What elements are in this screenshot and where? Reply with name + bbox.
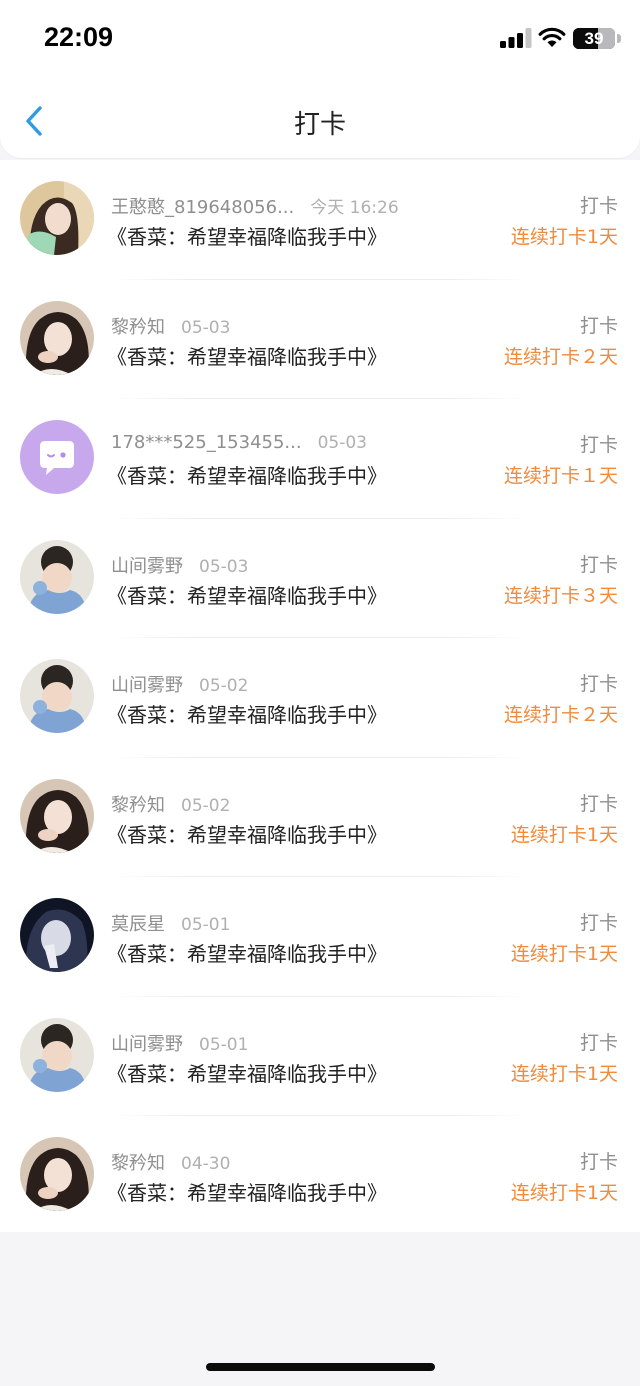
- user-name-text: 王憨憨_819648056...: [111, 197, 295, 218]
- user-name[interactable]: 黎矜知 05-03: [111, 313, 230, 339]
- page-title: 打卡: [293, 110, 346, 140]
- user-name-text: 黎矜知: [111, 316, 165, 338]
- checkin-date: 05-03: [199, 556, 249, 577]
- list-item[interactable]: 178***525_153455... 05-03 《香菜：希望幸福降临我手中》 打卡…: [0, 399, 640, 519]
- streak-badge: 连续打卡1天: [510, 1062, 618, 1085]
- checkin-list: 王憨憨_819648056... 今天 16:26 《香菜：希望幸福降临我手中》 打卡…: [0, 160, 640, 1232]
- book-title: 《香菜：希望幸福降临我手中》: [107, 1061, 387, 1086]
- user-name[interactable]: 山间雾野 05-01: [111, 1030, 248, 1056]
- checkin-label: 打卡: [579, 673, 618, 695]
- book-title: 《香菜：希望幸福降临我手中》: [107, 1181, 387, 1205]
- status-time: 22:09: [44, 22, 114, 52]
- book-title: 《香菜：希望幸福降临我手中》: [107, 822, 387, 847]
- avatar[interactable]: [20, 300, 94, 375]
- home-indicator[interactable]: [206, 1363, 435, 1371]
- streak-badge: 连续打卡２天: [503, 704, 618, 726]
- avatar[interactable]: [20, 898, 94, 972]
- list-item[interactable]: 山间雾野 05-01 《香菜：希望幸福降临我手中》 打卡连续打卡1天: [0, 997, 640, 1116]
- streak-badge: 连续打卡1天: [510, 226, 618, 248]
- avatar[interactable]: [20, 1137, 94, 1211]
- battery-cap: [617, 34, 621, 43]
- book-title: 《香菜：希望幸福降临我手中》: [107, 344, 387, 369]
- user-name-text: 黎矜知: [111, 794, 165, 816]
- streak-badge: 连续打卡1天: [510, 823, 618, 846]
- user-name[interactable]: 山间雾野 05-03: [111, 552, 248, 578]
- avatar[interactable]: [20, 778, 94, 853]
- user-name[interactable]: 黎矜知 04-30: [111, 1149, 230, 1175]
- user-name[interactable]: 178***525_153455... 05-03: [111, 432, 367, 453]
- status-bar: 22:09 39: [0, 0, 640, 82]
- streak-badge: 连续打卡1天: [510, 943, 618, 965]
- checkin-date: 05-02: [199, 676, 249, 696]
- streak-badge: 连续打卡２天: [503, 345, 618, 368]
- streak-badge: 连续打卡1天: [510, 1182, 618, 1204]
- list-item[interactable]: 山间雾野 05-02 《香菜：希望幸福降临我手中》 打卡连续打卡２天: [0, 638, 640, 758]
- battery-icon: 39: [573, 28, 615, 49]
- book-title: 《香菜：希望幸福降临我手中》: [107, 464, 387, 488]
- list-item[interactable]: 黎矜知 04-30 《香菜：希望幸福降临我手中》 打卡连续打卡1天: [0, 1116, 640, 1236]
- user-name[interactable]: 山间雾野 05-02: [111, 671, 248, 697]
- list-item[interactable]: 黎矜知 05-03 《香菜：希望幸福降临我手中》 打卡连续打卡２天: [0, 280, 640, 399]
- checkin-label: 打卡: [579, 434, 618, 456]
- nav-bar: 打卡: [0, 82, 640, 158]
- avatar[interactable]: [20, 539, 94, 614]
- checkin-label: 打卡: [579, 912, 618, 934]
- avatar[interactable]: [20, 420, 94, 494]
- checkin-date: 05-03: [181, 317, 231, 338]
- checkin-date: 05-01: [181, 915, 231, 935]
- user-name[interactable]: 莫辰星 05-01: [111, 910, 230, 936]
- streak-badge: 连续打卡３天: [503, 584, 618, 607]
- user-name-text: 黎矜知: [111, 1153, 165, 1174]
- user-name-text: 山间雾野: [111, 675, 183, 696]
- checkin-date: 04-30: [181, 1154, 231, 1174]
- user-name[interactable]: 黎矜知 05-02: [111, 791, 230, 817]
- list-item[interactable]: 山间雾野 05-03 《香菜：希望幸福降临我手中》 打卡连续打卡３天: [0, 519, 640, 638]
- list-item[interactable]: 王憨憨_819648056... 今天 16:26 《香菜：希望幸福降临我手中》 打卡…: [0, 160, 640, 280]
- book-title: 《香菜：希望幸福降临我手中》: [107, 583, 387, 608]
- checkin-label: 打卡: [579, 1151, 618, 1173]
- checkin-label: 打卡: [579, 553, 618, 576]
- checkin-label: 打卡: [579, 1031, 618, 1054]
- book-title: 《香菜：希望幸福降临我手中》: [107, 703, 387, 727]
- checkin-label: 打卡: [579, 792, 618, 815]
- user-name-text: 178***525_153455...: [111, 432, 302, 453]
- user-name[interactable]: 王憨憨_819648056... 今天 16:26: [111, 193, 399, 219]
- checkin-date: 05-02: [181, 795, 231, 816]
- battery-level: 39: [584, 29, 604, 48]
- checkin-label: 打卡: [579, 195, 618, 217]
- avatar[interactable]: [20, 1017, 94, 1092]
- screen: 22:09 39 打卡 王憨憨_819648056... 今天 16:26 《香…: [0, 0, 640, 1386]
- wifi-icon: [538, 27, 566, 47]
- checkin-label: 打卡: [579, 314, 618, 337]
- book-title: 《香菜：希望幸福降临我手中》: [107, 225, 387, 249]
- checkin-date: 05-01: [199, 1034, 249, 1055]
- user-name-text: 山间雾野: [111, 1033, 183, 1055]
- list-item[interactable]: 黎矜知 05-02 《香菜：希望幸福降临我手中》 打卡连续打卡1天: [0, 758, 640, 877]
- avatar[interactable]: [20, 181, 94, 255]
- user-name-text: 山间雾野: [111, 555, 183, 577]
- checkin-date: 05-03: [317, 433, 367, 453]
- checkin-date: 今天 16:26: [310, 198, 399, 218]
- streak-badge: 连续打卡１天: [503, 465, 618, 487]
- list-item[interactable]: 莫辰星 05-01 《香菜：希望幸福降临我手中》 打卡连续打卡1天: [0, 877, 640, 997]
- avatar[interactable]: [20, 659, 94, 733]
- book-title: 《香菜：希望幸福降临我手中》: [107, 942, 387, 966]
- user-name-text: 莫辰星: [111, 914, 165, 935]
- cellular-signal-icon: [500, 28, 532, 48]
